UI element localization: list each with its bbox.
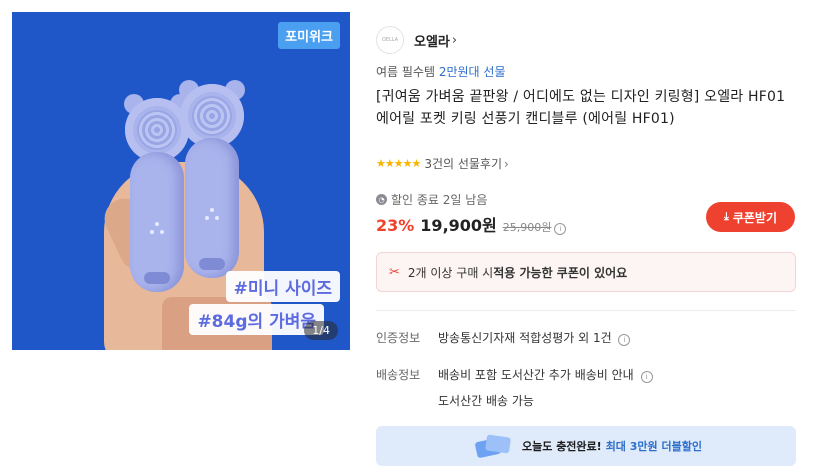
coupon-graphic-icon [474,434,512,459]
info-icon[interactable]: i [554,223,567,235]
price-row: 23% 19,900원 25,900원 i [376,212,567,236]
hashtag-mini-size: #미니 사이즈 [225,271,340,302]
product-title: [귀여움 가벼움 끝판왕 / 어디에도 없는 디자인 키링형] 오엘라 HF01… [376,89,786,127]
chevron-right-icon: › [451,32,458,48]
rating-stars-icon: ★★★★★ [376,157,421,170]
info-icon: i [640,371,653,383]
shipping-value[interactable]: 배송비 포함 도서산간 추가 배송비 안내 i [438,366,653,383]
coupon-ticket-icon: ✂ [389,264,400,280]
coupon-notice-bold: 적용 가능한 쿠폰이 있어요 [493,265,628,280]
product-image[interactable]: 포미위크 #미니 사이즈 #84g의 가벼움 1/4 [12,12,350,350]
chevron-right-icon: › [504,156,509,171]
banner-text-accent: 최대 3만원 더블할인 [605,440,702,453]
seller-name: 오엘라 [414,34,450,50]
coupon-notice-prefix: 2개 이상 구매 시 [407,265,494,280]
divider [376,310,796,311]
seller-logo: OELLA [376,26,404,54]
shipping-label: 배송정보 [376,368,421,382]
review-count: 3건의 선물후기 [424,157,503,171]
coupon-download-button[interactable]: ⤓ 쿠폰받기 [706,202,795,232]
discount-rate: 23% [376,216,415,235]
category-line: 여름 필수템 2만원대 선물 [376,63,506,80]
discount-info-text: 할인 종료 2일 남음 [391,193,488,207]
category-prefix: 여름 필수템 [376,65,436,79]
promo-banner[interactable]: 오늘도 충전완료! 최대 3만원 더블할인 [376,426,796,466]
sale-price: 19,900원 [420,216,497,235]
fan-right [177,78,247,278]
image-page-indicator: 1/4 [304,321,338,340]
category-accent[interactable]: 2만원대 선물 [439,65,506,79]
certification-label: 인증정보 [376,331,421,345]
original-price: 25,900원 [502,221,552,234]
seller-link[interactable]: OELLA 오엘라 › [376,26,457,54]
clock-icon: ◔ [376,194,387,205]
download-icon: ⤓ [723,210,729,223]
coupon-button-label: 쿠폰받기 [732,210,778,225]
discount-timer: ◔ 할인 종료 2일 남음 [376,191,487,208]
certification-value-text: 방송통신기자재 적합성평가 외 1건 [438,331,612,345]
coupon-notice[interactable]: ✂ 2개 이상 구매 시 적용 가능한 쿠폰이 있어요 [376,252,796,292]
banner-text-bold: 오늘도 충전완료! [522,440,602,453]
rating-row[interactable]: ★★★★★ 3건의 선물후기 › [376,155,509,172]
pomiweek-badge: 포미위크 [278,22,340,49]
shipping-value-text: 배송비 포함 도서산간 추가 배송비 안내 [438,368,634,382]
shipping-value-2: 도서산간 배송 가능 [438,394,534,408]
certification-value[interactable]: 방송통신기자재 적합성평가 외 1건 i [438,329,631,346]
info-icon: i [618,334,631,346]
